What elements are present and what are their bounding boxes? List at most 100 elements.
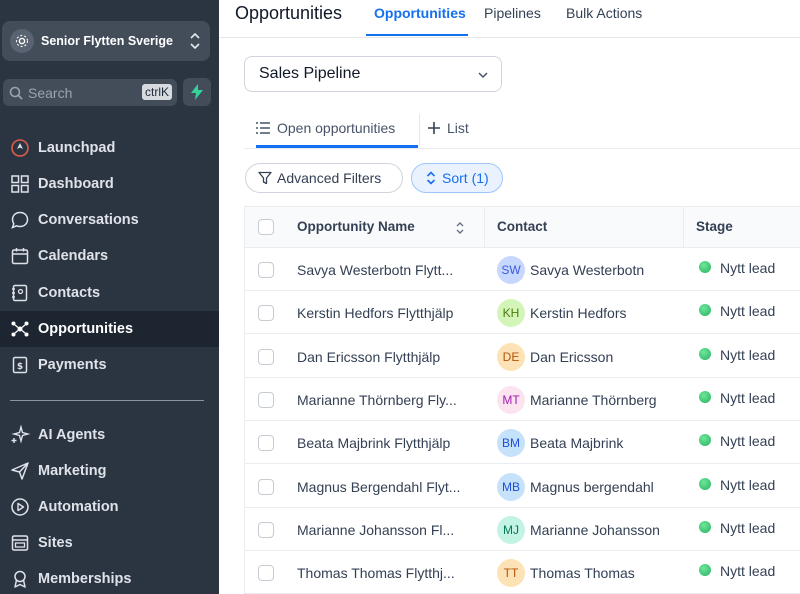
tab-opportunities[interactable]: Opportunities <box>374 5 466 21</box>
opportunity-name[interactable]: Magnus Bergendahl Flyt... <box>297 479 460 495</box>
sidebar-item-dashboard[interactable]: Dashboard <box>0 166 219 202</box>
opportunity-name[interactable]: Thomas Thomas Flytthj... <box>297 565 455 581</box>
sidebar-item-sites[interactable]: Sites <box>0 525 219 561</box>
sidebar-item-label: Marketing <box>38 463 107 479</box>
table-header: Opportunity Name Contact Stage <box>245 207 800 248</box>
advanced-filters-button[interactable]: Advanced Filters <box>245 163 403 193</box>
account-switcher[interactable]: Senior Flytten Sverige <box>2 21 210 61</box>
stage-status-dot <box>699 261 711 273</box>
table-row[interactable]: Savya Westerbotn Flytt... SW Savya Westerb… <box>245 248 800 291</box>
stage-label: Nytt lead <box>720 519 776 536</box>
row-checkbox[interactable] <box>258 435 274 452</box>
opportunity-name[interactable]: Savya Westerbotn Flytt... <box>297 262 453 278</box>
opportunity-name[interactable]: Kerstin Hedfors Flytthjälp <box>297 305 453 321</box>
search-box[interactable]: ctrlK <box>3 79 177 106</box>
opportunity-name[interactable]: Dan Ericsson Flytthjälp <box>297 349 440 365</box>
row-checkbox[interactable] <box>258 521 274 538</box>
table-row[interactable]: Beata Majbrink Flytthjälp BM Beata Majbrin… <box>245 421 800 465</box>
row-checkbox[interactable] <box>258 478 274 495</box>
row-checkbox[interactable] <box>258 348 274 365</box>
stage-label: Nytt lead <box>720 563 776 580</box>
table-row[interactable]: Marianne Johansson Fl... MJ Marianne Johan… <box>245 507 800 551</box>
row-checkbox[interactable] <box>258 262 274 278</box>
table-row[interactable]: Marianne Thörnberg Fly... MT Marianne Thör… <box>245 377 800 421</box>
stage-label: Nytt lead <box>720 303 776 320</box>
contact-name[interactable]: Beata Majbrink <box>530 435 623 451</box>
chevron-down-icon <box>478 72 488 79</box>
plus-icon <box>428 122 440 134</box>
sidebar: Senior Flytten Sverige ctrlK Launchpad D… <box>0 0 219 594</box>
contact-name[interactable]: Marianne Johansson <box>530 522 660 538</box>
opportunity-name[interactable]: Beata Majbrink Flytthjälp <box>297 435 450 451</box>
pipeline-select[interactable]: Sales Pipeline <box>244 56 502 92</box>
row-checkbox[interactable] <box>258 305 274 322</box>
table-row[interactable]: Magnus Bergendahl Flyt... MB Magnus bergen… <box>245 464 800 508</box>
account-name: Senior Flytten Sverige <box>41 34 173 48</box>
sidebar-item-opportunities[interactable]: Opportunities <box>0 311 219 347</box>
contact-name[interactable]: Thomas Thomas <box>530 565 635 581</box>
sites-icon <box>11 535 29 551</box>
column-divider <box>484 207 485 248</box>
sidebar-item-marketing[interactable]: Marketing <box>0 453 219 489</box>
subtab-add-list[interactable]: List <box>428 120 469 136</box>
stage-status-dot <box>699 390 711 403</box>
quick-action-button[interactable] <box>183 78 211 106</box>
contact-avatar: SW <box>497 256 525 284</box>
calendar-icon <box>11 248 29 265</box>
list-icon <box>256 122 270 134</box>
sidebar-item-label: Memberships <box>38 571 132 587</box>
table-row[interactable]: Kerstin Hedfors Flytthjälp KH Kerstin Hedf… <box>245 291 800 335</box>
contact-name[interactable]: Magnus bergendahl <box>530 479 654 495</box>
stage-label: Nytt lead <box>720 433 776 450</box>
sidebar-item-ai-agents[interactable]: AI Agents <box>0 417 219 453</box>
tab-pipelines[interactable]: Pipelines <box>484 5 541 21</box>
sort-updown-icon[interactable] <box>456 222 464 234</box>
row-checkbox[interactable] <box>258 565 274 582</box>
dashboard-icon <box>11 175 29 193</box>
stage-label: Nytt lead <box>720 476 776 493</box>
sort-button[interactable]: Sort (1) <box>411 163 503 193</box>
select-all-checkbox[interactable] <box>258 219 274 235</box>
stage-label: Nytt lead <box>720 346 776 363</box>
sidebar-item-contacts[interactable]: Contacts <box>0 275 219 311</box>
chat-icon <box>11 211 29 229</box>
sidebar-item-conversations[interactable]: Conversations <box>0 202 219 238</box>
column-header-stage[interactable]: Stage <box>696 219 733 234</box>
main-content: Opportunities Opportunities Pipelines Bu… <box>219 0 800 594</box>
send-icon <box>11 462 29 480</box>
opportunities-table: Opportunity Name Contact Stage Savya Wes… <box>244 206 800 594</box>
sidebar-item-automation[interactable]: Automation <box>0 489 219 525</box>
opportunity-name[interactable]: Marianne Thörnberg Fly... <box>297 392 457 408</box>
sidebar-item-payments[interactable]: $ Payments <box>0 347 219 383</box>
sidebar-item-label: Conversations <box>38 212 139 228</box>
contact-name[interactable]: Marianne Thörnberg <box>530 392 657 408</box>
table-row[interactable]: Thomas Thomas Flytthj... TT Thomas Thomas N… <box>245 551 800 594</box>
subtab-divider <box>419 114 420 146</box>
contact-avatar: MB <box>497 472 525 501</box>
stage-label: Nytt lead <box>720 260 776 276</box>
opportunity-name[interactable]: Marianne Johansson Fl... <box>297 522 454 538</box>
tab-bulk-actions[interactable]: Bulk Actions <box>566 5 642 21</box>
search-input[interactable] <box>28 84 138 101</box>
sidebar-item-memberships[interactable]: Memberships <box>0 561 219 594</box>
pipeline-select-value: Sales Pipeline <box>259 65 361 82</box>
sidebar-item-calendars[interactable]: Calendars <box>0 238 219 274</box>
contact-name[interactable]: Savya Westerbotn <box>530 262 644 278</box>
contact-avatar: DE <box>497 342 525 371</box>
contact-name[interactable]: Dan Ericsson <box>530 349 613 365</box>
column-header-contact[interactable]: Contact <box>497 219 547 234</box>
table-row[interactable]: Dan Ericsson Flytthjälp DE Dan Ericsson Nyt… <box>245 334 800 378</box>
subtab-label: Open opportunities <box>277 120 396 136</box>
contact-avatar: KH <box>497 299 525 328</box>
sidebar-item-label: Automation <box>38 499 119 515</box>
contact-name[interactable]: Kerstin Hedfors <box>530 305 626 321</box>
page-title: Opportunities <box>235 3 343 23</box>
filter-icon <box>258 171 272 185</box>
subtab-open-opportunities[interactable]: Open opportunities <box>256 120 395 136</box>
row-checkbox[interactable] <box>258 391 274 408</box>
filter-label: Advanced Filters <box>277 170 382 186</box>
column-header-opportunity-name[interactable]: Opportunity Name <box>297 219 415 234</box>
sidebar-item-launchpad[interactable]: Launchpad <box>0 130 219 166</box>
subtab-label: List <box>447 120 469 136</box>
sidebar-item-label: Launchpad <box>38 140 116 156</box>
